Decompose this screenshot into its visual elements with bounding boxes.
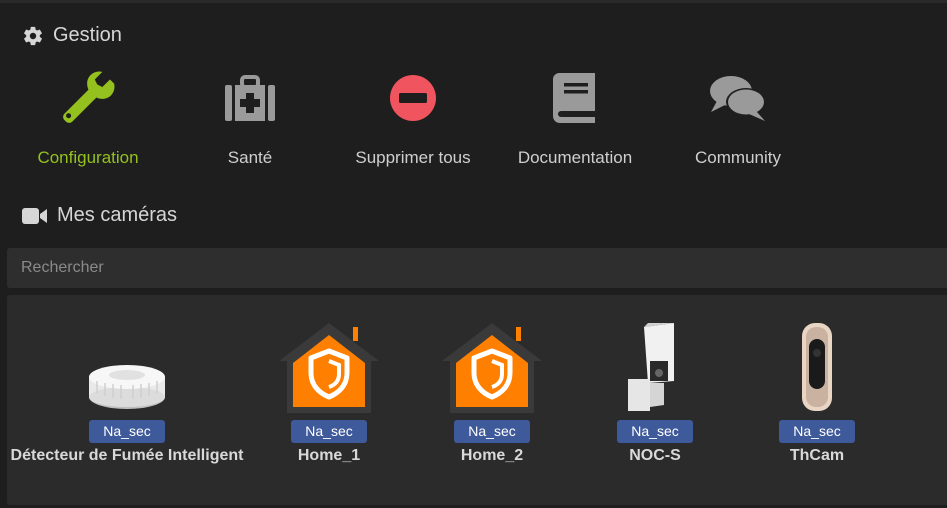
supprimer-tous-button[interactable]: Supprimer tous <box>333 68 493 178</box>
indoor-camera-image <box>800 313 834 413</box>
supprimer-tous-label: Supprimer tous <box>355 148 471 167</box>
documentation-label: Documentation <box>517 148 633 167</box>
camera-card-home-2[interactable]: Na_sec Home_2 <box>432 313 552 473</box>
camera-name: ThCam <box>789 447 845 464</box>
wrench-icon <box>58 68 118 128</box>
top-border <box>0 0 947 3</box>
plugin-badge: Na_sec <box>291 420 367 443</box>
gestion-actions: Configuration Santé Supprimer tous Docum… <box>0 68 947 178</box>
gestion-title: Gestion <box>53 24 122 46</box>
configuration-button[interactable]: Configuration <box>8 68 168 178</box>
search-input[interactable] <box>7 248 947 288</box>
video-camera-icon <box>22 206 48 226</box>
camera-card-noc-s[interactable]: Na_sec NOC-S <box>595 313 715 473</box>
plugin-badge: Na_sec <box>617 420 693 443</box>
home-shield-image <box>440 313 544 413</box>
camera-name: Home_2 <box>460 447 524 464</box>
camera-name: NOC-S <box>629 447 681 464</box>
plugin-badge: Na_sec <box>89 420 165 443</box>
cameras-header: Mes caméras <box>22 204 177 227</box>
cameras-title: Mes caméras <box>57 204 178 226</box>
book-icon <box>545 68 605 128</box>
comments-icon <box>708 68 768 128</box>
camera-name: Détecteur de Fumée Intelligent <box>10 447 244 464</box>
home-shield-image <box>277 313 381 413</box>
sante-label: Santé <box>227 148 273 167</box>
community-button[interactable]: Community <box>658 68 818 178</box>
sante-button[interactable]: Santé <box>170 68 330 178</box>
configuration-label: Configuration <box>37 148 139 167</box>
medkit-icon <box>220 68 280 128</box>
smoke-detector-image <box>87 313 167 413</box>
community-label: Community <box>695 148 781 167</box>
camera-card-home-1[interactable]: Na_sec Home_1 <box>269 313 389 473</box>
gestion-header: Gestion <box>22 24 122 47</box>
camera-card-thcam[interactable]: Na_sec ThCam <box>757 313 877 473</box>
gear-icon <box>22 25 44 47</box>
plugin-badge: Na_sec <box>779 420 855 443</box>
camera-name: Home_1 <box>297 447 361 464</box>
outdoor-camera-image <box>620 313 690 413</box>
minus-circle-icon <box>383 68 443 128</box>
camera-card-smoke-detector[interactable]: Na_sec Détecteur de Fumée Intelligent <box>7 313 247 473</box>
cameras-panel: Na_sec Détecteur de Fumée Intelligent Na… <box>7 295 947 505</box>
documentation-button[interactable]: Documentation <box>495 68 655 178</box>
plugin-badge: Na_sec <box>454 420 530 443</box>
